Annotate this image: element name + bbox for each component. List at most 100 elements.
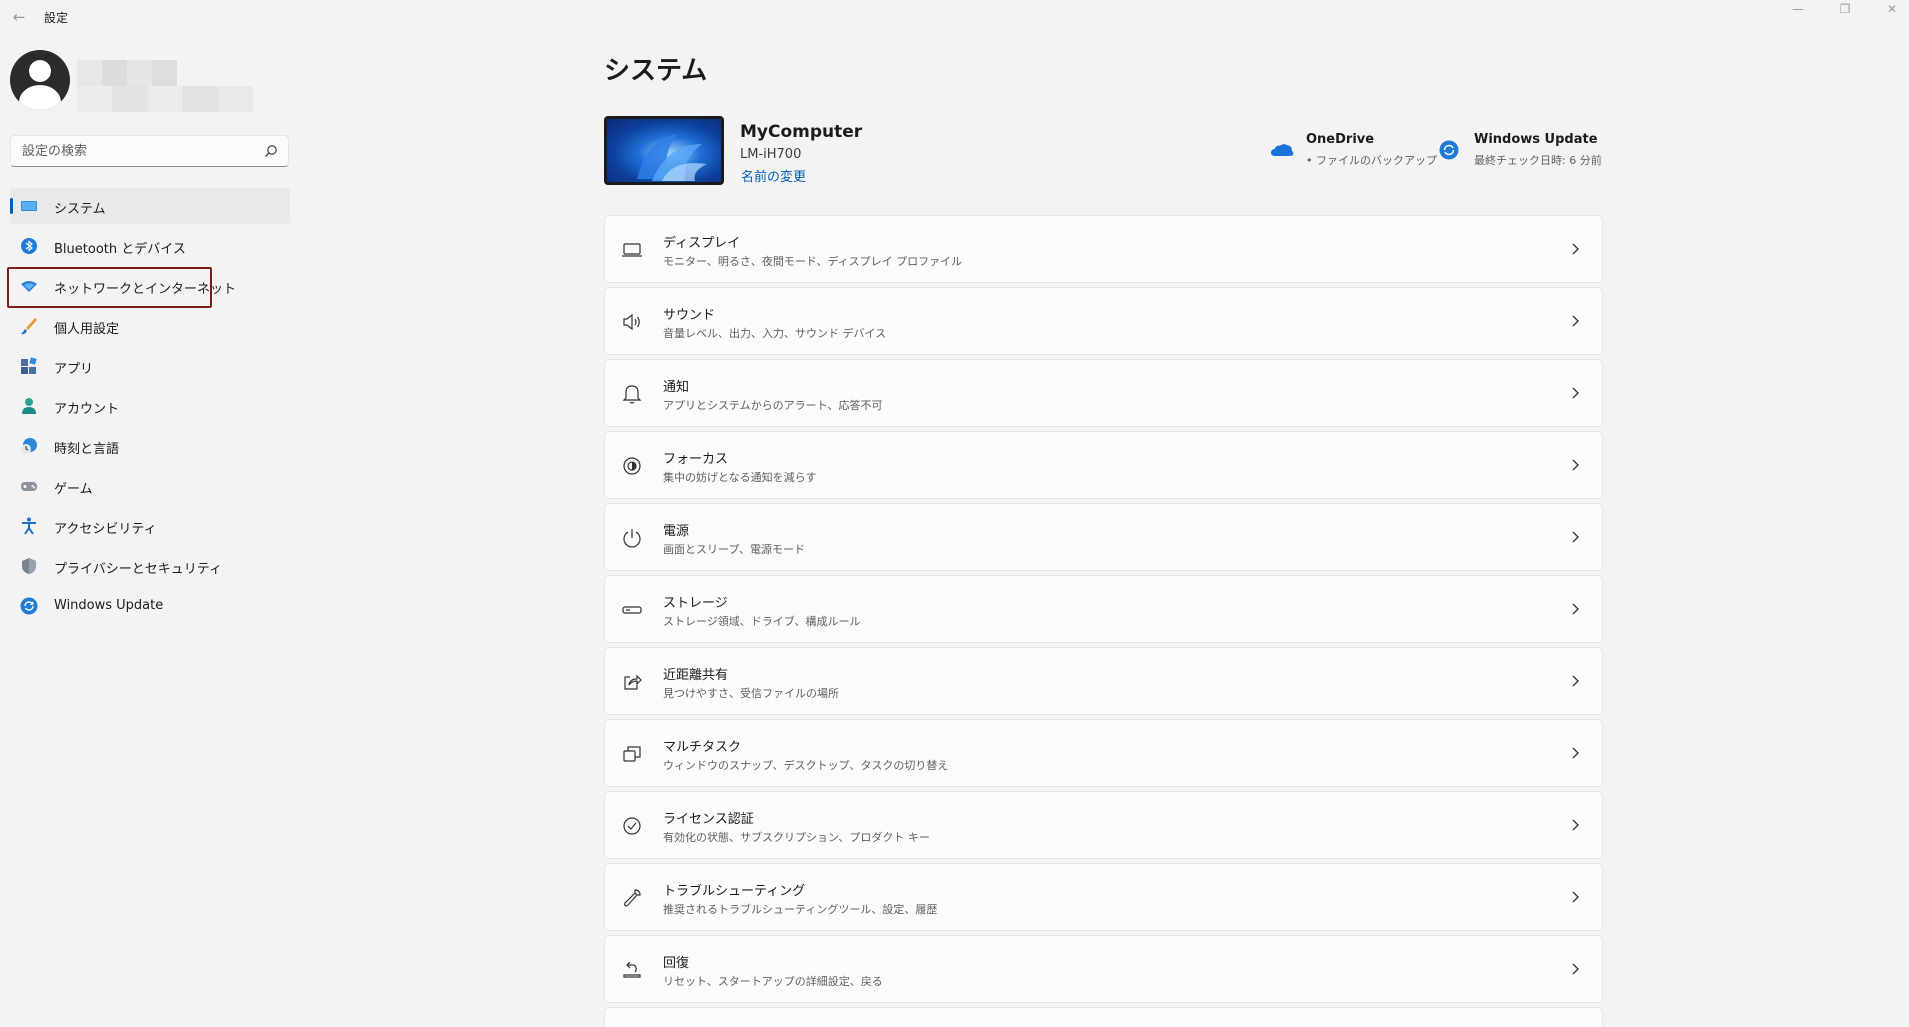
card-title: 近距離共有 [663, 668, 729, 683]
sidebar-item-personalization[interactable]: 個人用設定 [10, 308, 290, 344]
card-title: フォーカス [663, 452, 729, 467]
bluetooth-icon [21, 238, 37, 254]
card-title: 回復 [663, 956, 690, 971]
card-subtitle: 集中の妨げとなる通知を減らす [663, 471, 817, 484]
chevron-right-icon [1572, 459, 1579, 471]
card-multitasking[interactable]: マルチタスク ウィンドウのスナップ、デスクトップ、タスクの切り替え [604, 719, 1603, 787]
sidebar-item-label: アプリ [54, 362, 94, 377]
search-icon[interactable] [264, 144, 278, 158]
sidebar-item-label: アカウント [54, 402, 120, 417]
app-title: 設定 [44, 11, 69, 25]
focus-icon [623, 457, 641, 475]
sidebar-item-accounts[interactable]: アカウント [10, 388, 290, 424]
sidebar-item-privacy[interactable]: プライバシーとセキュリティ [10, 548, 290, 584]
card-title: 通知 [663, 380, 690, 395]
card-subtitle: 音量レベル、出力、入力、サウンド デバイス [663, 327, 887, 340]
card-subtitle: アプリとシステムからのアラート、応答不可 [663, 399, 883, 412]
card-subtitle: ストレージ領域、ドライブ、構成ルール [663, 615, 861, 628]
update-icon [20, 597, 38, 615]
windows-update-sub: 最終チェック日時: 6 分前 [1474, 154, 1602, 167]
wrench-icon [624, 889, 641, 907]
apps-icon [21, 357, 37, 374]
card-display[interactable]: ディスプレイ モニター、明るさ、夜間モード、ディスプレイ プロファイル [604, 215, 1603, 283]
card-notifications[interactable]: 通知 アプリとシステムからのアラート、応答不可 [604, 359, 1603, 427]
bell-icon [622, 385, 642, 404]
card-title: ライセンス認証 [663, 812, 754, 827]
chevron-right-icon [1572, 819, 1579, 831]
card-subtitle: モニター、明るさ、夜間モード、ディスプレイ プロファイル [663, 255, 963, 268]
sidebar-item-system[interactable]: システム [10, 188, 290, 224]
chevron-right-icon [1572, 675, 1579, 687]
card-title: ディスプレイ [663, 236, 741, 251]
card-focus[interactable]: フォーカス 集中の妨げとなる通知を減らす [604, 431, 1603, 499]
sidebar-item-label: 個人用設定 [54, 322, 120, 337]
sidebar-item-gaming[interactable]: ゲーム [10, 468, 290, 504]
brush-icon [21, 318, 37, 335]
sidebar-item-label: 時刻と言語 [54, 442, 120, 457]
share-icon [624, 674, 642, 690]
onedrive-sub: • ファイルのバックアップ [1306, 154, 1437, 167]
chevron-right-icon [1572, 603, 1579, 615]
sidebar-item-label: アクセシビリティ [54, 522, 157, 537]
card-subtitle: 有効化の状態、サブスクリプション、プロダクト キー [663, 831, 930, 844]
maximize-button[interactable]: ❐ [1822, 0, 1868, 24]
sidebar-item-time-language[interactable]: 時刻と言語 [10, 428, 290, 464]
account-name-redacted [77, 60, 177, 86]
recovery-icon [623, 961, 641, 978]
chevron-right-icon [1572, 531, 1579, 543]
avatar[interactable] [10, 50, 70, 110]
chevron-right-icon [1572, 243, 1579, 255]
close-button[interactable]: ✕ [1869, 0, 1909, 24]
minimize-button[interactable]: — [1775, 0, 1821, 24]
card-sound[interactable]: サウンド 音量レベル、出力、入力、サウンド デバイス [604, 287, 1603, 355]
sidebar-nav: システム Bluetooth とデバイス ネットワークとインターネット 個人用設… [10, 188, 290, 628]
storage-icon [622, 606, 642, 614]
sidebar-item-label: ゲーム [54, 482, 93, 497]
windows-update-title: Windows Update [1474, 132, 1598, 147]
card-subtitle: 推奨されるトラブルシューティングツール、設定、履歴 [663, 903, 938, 916]
card-subtitle: リセット、スタートアップの詳細設定、戻る [663, 975, 883, 988]
power-icon [623, 529, 641, 548]
sidebar-item-label: プライバシーとセキュリティ [54, 562, 222, 577]
shield-icon [22, 558, 36, 574]
card-subtitle: ウィンドウのスナップ、デスクトップ、タスクの切り替え [663, 759, 949, 772]
sidebar-item-accessibility[interactable]: アクセシビリティ [10, 508, 290, 544]
sidebar-item-label: システム [54, 202, 106, 217]
chevron-right-icon [1572, 387, 1579, 399]
selection-indicator [10, 198, 13, 214]
back-arrow-icon[interactable]: ← [8, 6, 30, 28]
title-bar: ← 設定 — ❐ ✕ [0, 0, 1909, 34]
chevron-right-icon [1572, 747, 1579, 759]
account-email-redacted [77, 86, 253, 112]
rename-link[interactable]: 名前の変更 [741, 166, 806, 185]
sidebar-item-network[interactable]: ネットワークとインターネット [10, 268, 290, 304]
sidebar-item-label: ネットワークとインターネット [54, 282, 237, 297]
card-nearby-sharing[interactable]: 近距離共有 見つけやすさ、受信ファイルの場所 [604, 647, 1603, 715]
card-recovery[interactable]: 回復 リセット、スタートアップの詳細設定、戻る [604, 935, 1603, 1003]
chevron-right-icon [1572, 963, 1579, 975]
card-troubleshoot[interactable]: トラブルシューティング 推奨されるトラブルシューティングツール、設定、履歴 [604, 863, 1603, 931]
page-title: システム [604, 56, 708, 86]
chevron-right-icon [1572, 891, 1579, 903]
device-model: LM-iH700 [740, 147, 802, 162]
accessibility-icon [22, 517, 36, 535]
sidebar-item-apps[interactable]: アプリ [10, 348, 290, 384]
account-icon [22, 398, 36, 414]
card-title: ストレージ [663, 596, 728, 611]
sidebar-item-label: Windows Update [54, 598, 164, 613]
card-title: サウンド [663, 308, 716, 323]
card-activation[interactable]: ライセンス認証 有効化の状態、サブスクリプション、プロダクト キー [604, 791, 1603, 859]
display-icon [622, 243, 642, 257]
sidebar-item-bluetooth[interactable]: Bluetooth とデバイス [10, 228, 290, 264]
sidebar-item-label: Bluetooth とデバイス [54, 242, 186, 257]
time-language-icon [21, 438, 37, 454]
card-storage[interactable]: ストレージ ストレージ領域、ドライブ、構成ルール [604, 575, 1603, 643]
card-title: 電源 [663, 524, 690, 539]
device-name: MyComputer [740, 122, 863, 142]
wifi-icon [21, 281, 37, 292]
search-box[interactable] [10, 135, 289, 167]
sidebar-item-windows-update[interactable]: Windows Update [10, 588, 290, 624]
card-power[interactable]: 電源 画面とスリープ、電源モード [604, 503, 1603, 571]
card-partial[interactable] [604, 1007, 1603, 1027]
search-input[interactable] [11, 136, 251, 166]
